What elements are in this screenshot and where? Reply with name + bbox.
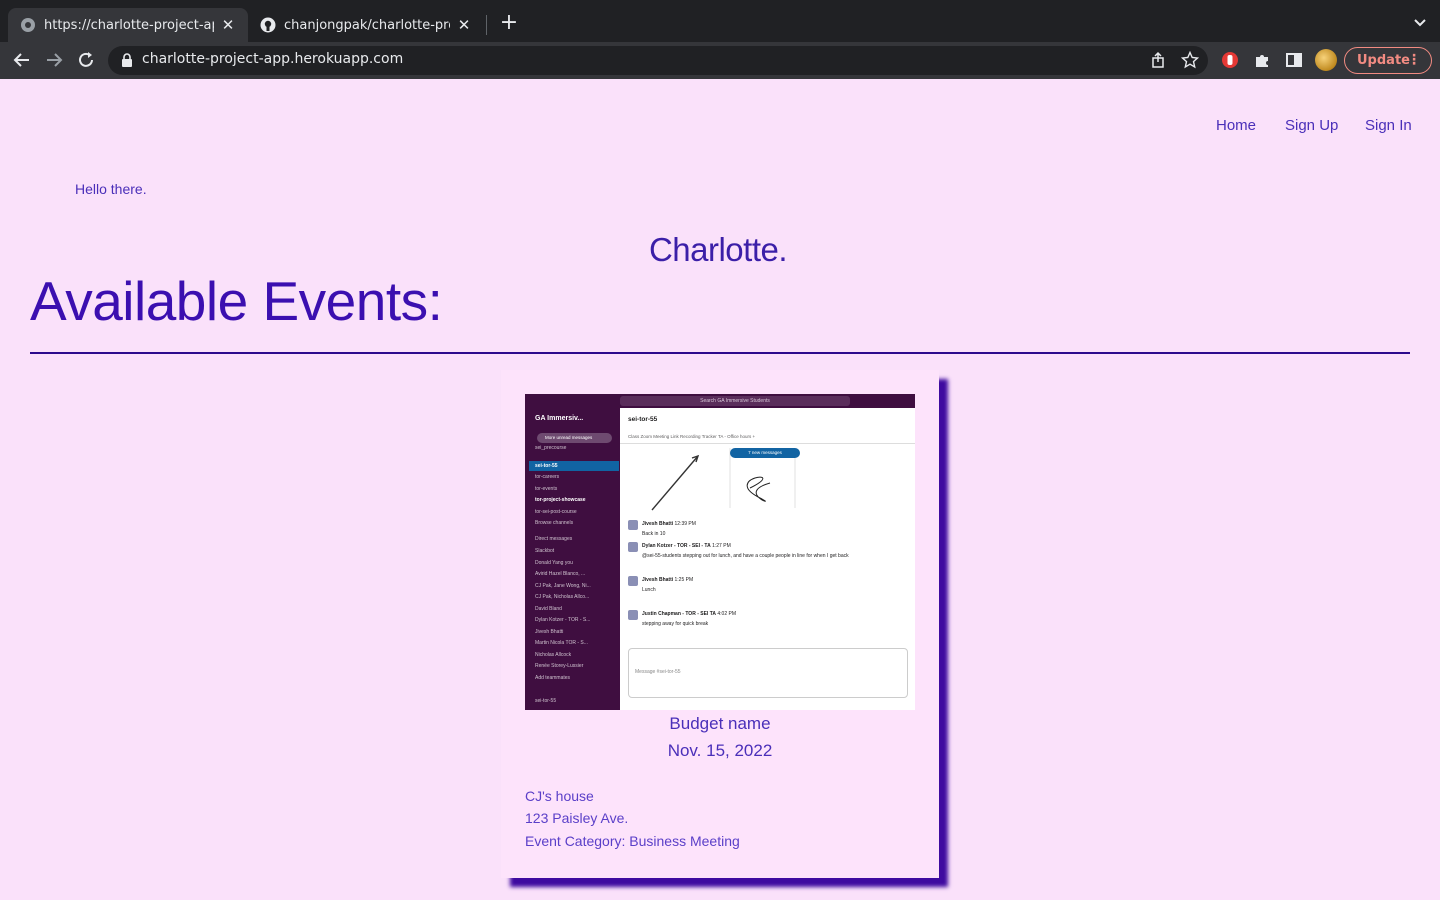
slack-main: sei-tor-55 Class Zoom Meeting Link Recor… bbox=[620, 408, 915, 710]
slack-time: 4:02 PM bbox=[717, 611, 737, 617]
puzzle-icon[interactable] bbox=[1253, 51, 1271, 69]
slack-dm: CJ Pak, Nicholas Allco... bbox=[535, 594, 590, 600]
slack-dm: Jivesh Bhatti bbox=[535, 629, 564, 635]
tab-title: chanjongpak/charlotte-project bbox=[284, 17, 450, 33]
slack-sidebar: GA Immersiv... More unread messages sei_… bbox=[525, 408, 620, 710]
slack-author: Dylan Kotzer - TOR - SEI - TA bbox=[642, 543, 711, 549]
slack-author: Jivesh Bhatti bbox=[642, 577, 674, 583]
slack-dm: Avirid Hazel Blanco, ... bbox=[535, 571, 586, 577]
event-card[interactable]: Search GA Immersive Students GA Immersiv… bbox=[501, 370, 939, 878]
slack-divider bbox=[620, 443, 915, 444]
greeting-text: Hello there. bbox=[75, 181, 147, 197]
slack-channel: tor-events bbox=[535, 486, 558, 492]
tab-divider bbox=[486, 15, 487, 35]
new-tab-button[interactable]: + bbox=[498, 12, 520, 34]
slack-text: @sei-55-students stepping out for lunch,… bbox=[642, 553, 849, 559]
slack-channel: tor-careers bbox=[535, 474, 560, 480]
slack-channel-title: sei-tor-55 bbox=[628, 416, 658, 423]
more-vert-icon[interactable]: ⋮ bbox=[1407, 48, 1421, 73]
close-icon[interactable]: ✕ bbox=[456, 16, 472, 34]
slack-composer: Message #sei-tor-55 bbox=[628, 648, 908, 698]
close-icon[interactable]: ✕ bbox=[220, 16, 236, 34]
tab-charlotte-app[interactable]: https://charlotte-project-app.h ✕ bbox=[8, 8, 248, 42]
slack-channel: tor-sei-post-course bbox=[535, 509, 577, 515]
slack-time: 12:39 PM bbox=[674, 521, 696, 527]
tab-title: https://charlotte-project-app.h bbox=[44, 17, 214, 33]
chevron-down-icon[interactable] bbox=[1412, 14, 1428, 30]
slack-message: Justin Chapman - TOR - SEI TA 4:02 PM ste… bbox=[628, 610, 736, 628]
side-panel-icon[interactable] bbox=[1285, 51, 1303, 69]
address-bar[interactable]: charlotte-project-app.herokuapp.com bbox=[108, 46, 1208, 75]
slack-dm: Nicholas Allcock bbox=[535, 652, 572, 658]
event-name: Budget name bbox=[669, 714, 771, 733]
slack-footer-channel: sei-tor-55 bbox=[535, 698, 557, 704]
tab-strip: https://charlotte-project-app.h ✕ chanjo… bbox=[0, 0, 1440, 42]
slack-titlebar: Search GA Immersive Students bbox=[525, 394, 915, 408]
nav-home-link[interactable]: Home bbox=[1216, 117, 1256, 134]
event-venue: CJ's house bbox=[525, 788, 594, 804]
slack-message: Jivesh Bhatti 1:25 PM Lunch bbox=[628, 576, 693, 594]
slack-time: 1:25 PM bbox=[674, 577, 694, 583]
brand-title: Charlotte. bbox=[648, 231, 788, 268]
slack-dm: Renée Storey-Lussier bbox=[535, 663, 584, 669]
slack-channel: tor-project-showcase bbox=[535, 497, 586, 503]
browser-toolbar: charlotte-project-app.herokuapp.com Upda… bbox=[0, 42, 1440, 79]
share-icon[interactable] bbox=[1149, 51, 1167, 69]
avatar bbox=[628, 542, 638, 552]
bookmark-star-icon[interactable] bbox=[1181, 51, 1199, 69]
event-date: Nov. 15, 2022 bbox=[667, 741, 773, 760]
tab-github-repo[interactable]: chanjongpak/charlotte-project ✕ bbox=[248, 8, 484, 42]
profile-avatar[interactable] bbox=[1315, 49, 1337, 71]
slack-text: stepping away for quick break bbox=[642, 621, 709, 627]
slack-author: Justin Chapman - TOR - SEI TA bbox=[642, 611, 716, 617]
slack-dm-header: Direct messages bbox=[535, 536, 573, 542]
globe-icon bbox=[21, 18, 35, 32]
section-title: Available Events: bbox=[30, 270, 443, 332]
nav-sign-up-link[interactable]: Sign Up bbox=[1285, 117, 1338, 134]
slack-time: 1:27 PM bbox=[712, 543, 731, 549]
slack-message: Jivesh Bhatti 12:39 PM Back in 10 bbox=[628, 520, 696, 538]
slack-sketch-image bbox=[651, 448, 796, 511]
slack-dm: Dylan Kotzer - TOR - S... bbox=[535, 617, 591, 623]
extension-stop-icon[interactable] bbox=[1221, 51, 1239, 69]
slack-text: Lunch bbox=[642, 587, 656, 593]
reload-icon[interactable] bbox=[76, 50, 96, 70]
github-icon bbox=[260, 17, 276, 33]
slack-text: Back in 10 bbox=[642, 531, 666, 537]
slack-bookmarks: Class Zoom Meeting Link Recording Tracke… bbox=[628, 434, 756, 439]
back-arrow-icon[interactable] bbox=[12, 50, 32, 70]
section-divider bbox=[30, 352, 1410, 354]
slack-channel: sei-tor-55 bbox=[535, 463, 558, 469]
slack-dm: Donald Yang you bbox=[535, 560, 573, 566]
event-category: Event Category: Business Meeting bbox=[525, 833, 740, 849]
update-button[interactable]: Update ⋮ bbox=[1344, 47, 1432, 74]
slack-unread-pill: More unread messages bbox=[537, 433, 612, 443]
url-text: charlotte-project-app.herokuapp.com bbox=[142, 51, 404, 67]
slack-dm: Slackbot bbox=[535, 548, 555, 554]
nav-sign-in-link[interactable]: Sign In bbox=[1365, 117, 1412, 134]
lock-icon bbox=[122, 53, 132, 67]
slack-dm: CJ Pak, Jane Wong, Ni... bbox=[535, 583, 591, 589]
slack-workspace: GA Immersiv... bbox=[535, 415, 584, 422]
slack-message: Dylan Kotzer - TOR - SEI - TA 1:27 PM @se… bbox=[628, 542, 849, 560]
slack-new-messages-pill: 7 new messages bbox=[730, 448, 800, 458]
avatar bbox=[628, 520, 638, 530]
page-content: Home Sign Up Sign In Hello there. Charlo… bbox=[0, 79, 1440, 900]
avatar bbox=[628, 610, 638, 620]
update-label: Update bbox=[1357, 53, 1410, 68]
slack-dm: David Bland bbox=[535, 606, 562, 612]
event-address: 123 Paisley Ave. bbox=[525, 810, 629, 826]
slack-dm: Add teammates bbox=[535, 675, 571, 681]
slack-channel: Browse channels bbox=[535, 520, 574, 526]
slack-search: Search GA Immersive Students bbox=[620, 396, 850, 406]
event-image: Search GA Immersive Students GA Immersiv… bbox=[525, 394, 915, 710]
slack-author: Jivesh Bhatti bbox=[642, 521, 674, 527]
forward-arrow-icon[interactable] bbox=[44, 50, 64, 70]
avatar bbox=[628, 576, 638, 586]
slack-dm: Martin Nicola TOR - S... bbox=[535, 640, 588, 646]
slack-channel: sei_precourse bbox=[535, 445, 567, 451]
